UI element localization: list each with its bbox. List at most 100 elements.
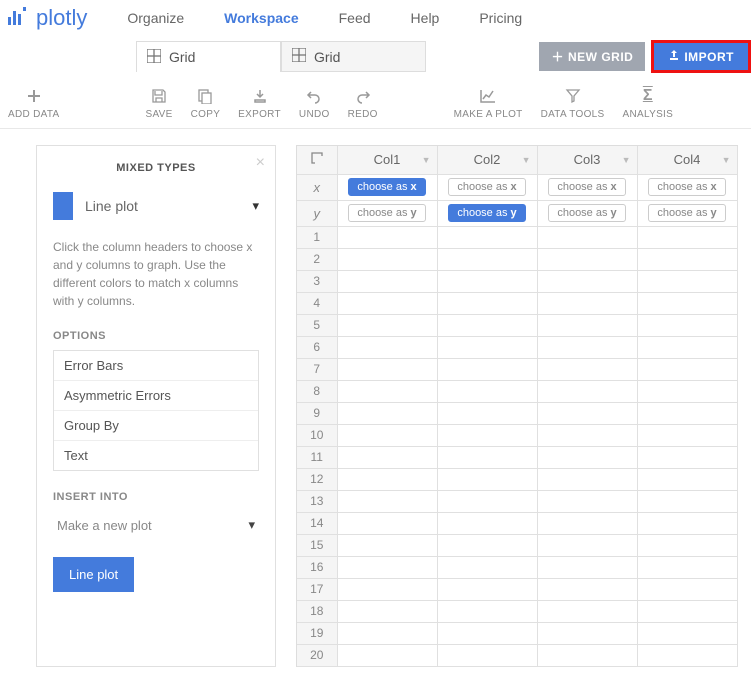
cell[interactable] — [337, 600, 437, 622]
cell[interactable] — [537, 424, 637, 446]
cell[interactable] — [337, 578, 437, 600]
choose-y-col0[interactable]: choose as y — [348, 204, 425, 222]
nav-workspace[interactable]: Workspace — [224, 10, 298, 26]
column-header-2[interactable]: Col3▼ — [537, 146, 637, 174]
cell[interactable] — [537, 578, 637, 600]
tool-copy[interactable]: COPY — [191, 87, 221, 120]
cell[interactable] — [437, 380, 537, 402]
cell[interactable] — [437, 314, 537, 336]
tool-export[interactable]: EXPORT — [238, 87, 281, 120]
tool-make-a-plot[interactable]: MAKE A PLOT — [454, 87, 523, 120]
cell[interactable] — [537, 270, 637, 292]
cell[interactable] — [337, 380, 437, 402]
cell[interactable] — [437, 622, 537, 644]
cell[interactable] — [637, 292, 737, 314]
cell[interactable] — [437, 292, 537, 314]
cell[interactable] — [337, 490, 437, 512]
cell[interactable] — [637, 556, 737, 578]
cell[interactable] — [437, 490, 537, 512]
tool-add-data[interactable]: ADD DATA — [8, 87, 59, 120]
cell[interactable] — [437, 358, 537, 380]
cell[interactable] — [337, 270, 437, 292]
tool-redo[interactable]: REDO — [348, 87, 378, 120]
cell[interactable] — [637, 534, 737, 556]
cell[interactable] — [437, 578, 537, 600]
logo[interactable]: plotly — [8, 5, 87, 31]
cell[interactable] — [337, 402, 437, 424]
cell[interactable] — [637, 402, 737, 424]
row-number[interactable]: 7 — [297, 358, 337, 380]
cell[interactable] — [537, 336, 637, 358]
nav-pricing[interactable]: Pricing — [479, 10, 522, 26]
choose-x-col0[interactable]: choose as x — [348, 178, 425, 196]
row-number[interactable]: 17 — [297, 578, 337, 600]
cell[interactable] — [437, 248, 537, 270]
row-number[interactable]: 15 — [297, 534, 337, 556]
cell[interactable] — [637, 468, 737, 490]
row-number[interactable]: 9 — [297, 402, 337, 424]
row-number[interactable]: 3 — [297, 270, 337, 292]
cell[interactable] — [637, 446, 737, 468]
cell[interactable] — [337, 446, 437, 468]
option-group-by[interactable]: Group By — [54, 411, 258, 441]
cell[interactable] — [437, 270, 537, 292]
cell[interactable] — [537, 556, 637, 578]
choose-y-col2[interactable]: choose as y — [548, 204, 625, 222]
cell[interactable] — [337, 556, 437, 578]
row-number[interactable]: 8 — [297, 380, 337, 402]
cell[interactable] — [637, 270, 737, 292]
column-header-0[interactable]: Col1▼ — [337, 146, 437, 174]
row-number[interactable]: 10 — [297, 424, 337, 446]
cell[interactable] — [637, 490, 737, 512]
choose-y-col1[interactable]: choose as y — [448, 204, 525, 222]
cell[interactable] — [537, 468, 637, 490]
cell[interactable] — [437, 534, 537, 556]
cell[interactable] — [637, 226, 737, 248]
cell[interactable] — [637, 512, 737, 534]
row-number[interactable]: 5 — [297, 314, 337, 336]
cell[interactable] — [337, 644, 437, 666]
nav-feed[interactable]: Feed — [339, 10, 371, 26]
cell[interactable] — [537, 380, 637, 402]
row-number[interactable]: 16 — [297, 556, 337, 578]
cell[interactable] — [437, 336, 537, 358]
row-number[interactable]: 6 — [297, 336, 337, 358]
cell[interactable] — [537, 402, 637, 424]
column-header-1[interactable]: Col2▼ — [437, 146, 537, 174]
cell[interactable] — [537, 644, 637, 666]
cell[interactable] — [537, 534, 637, 556]
row-number[interactable]: 13 — [297, 490, 337, 512]
insert-into-selector[interactable]: Make a new plot ▾ — [53, 511, 259, 539]
cell[interactable] — [537, 622, 637, 644]
close-icon[interactable]: × — [256, 154, 265, 172]
plot-type-selector[interactable]: Line plot ▾ — [53, 192, 259, 220]
cell[interactable] — [537, 600, 637, 622]
cell[interactable] — [337, 512, 437, 534]
cell[interactable] — [637, 380, 737, 402]
cell[interactable] — [637, 424, 737, 446]
create-plot-button[interactable]: Line plot — [53, 557, 134, 592]
cell[interactable] — [337, 424, 437, 446]
cell[interactable] — [637, 622, 737, 644]
cell[interactable] — [637, 358, 737, 380]
cell[interactable] — [337, 468, 437, 490]
cell[interactable] — [337, 336, 437, 358]
cell[interactable] — [537, 512, 637, 534]
row-number[interactable]: 2 — [297, 248, 337, 270]
cell[interactable] — [637, 336, 737, 358]
cell[interactable] — [337, 358, 437, 380]
cell[interactable] — [437, 468, 537, 490]
grid-corner[interactable] — [297, 146, 337, 174]
cell[interactable] — [537, 292, 637, 314]
tool-save[interactable]: SAVE — [145, 87, 172, 120]
choose-y-col3[interactable]: choose as y — [648, 204, 725, 222]
row-number[interactable]: 11 — [297, 446, 337, 468]
cell[interactable] — [437, 556, 537, 578]
row-number[interactable]: 4 — [297, 292, 337, 314]
cell[interactable] — [437, 402, 537, 424]
row-number[interactable]: 12 — [297, 468, 337, 490]
column-header-3[interactable]: Col4▼ — [637, 146, 737, 174]
cell[interactable] — [337, 534, 437, 556]
row-number[interactable]: 20 — [297, 644, 337, 666]
option-asymmetric-errors[interactable]: Asymmetric Errors — [54, 381, 258, 411]
